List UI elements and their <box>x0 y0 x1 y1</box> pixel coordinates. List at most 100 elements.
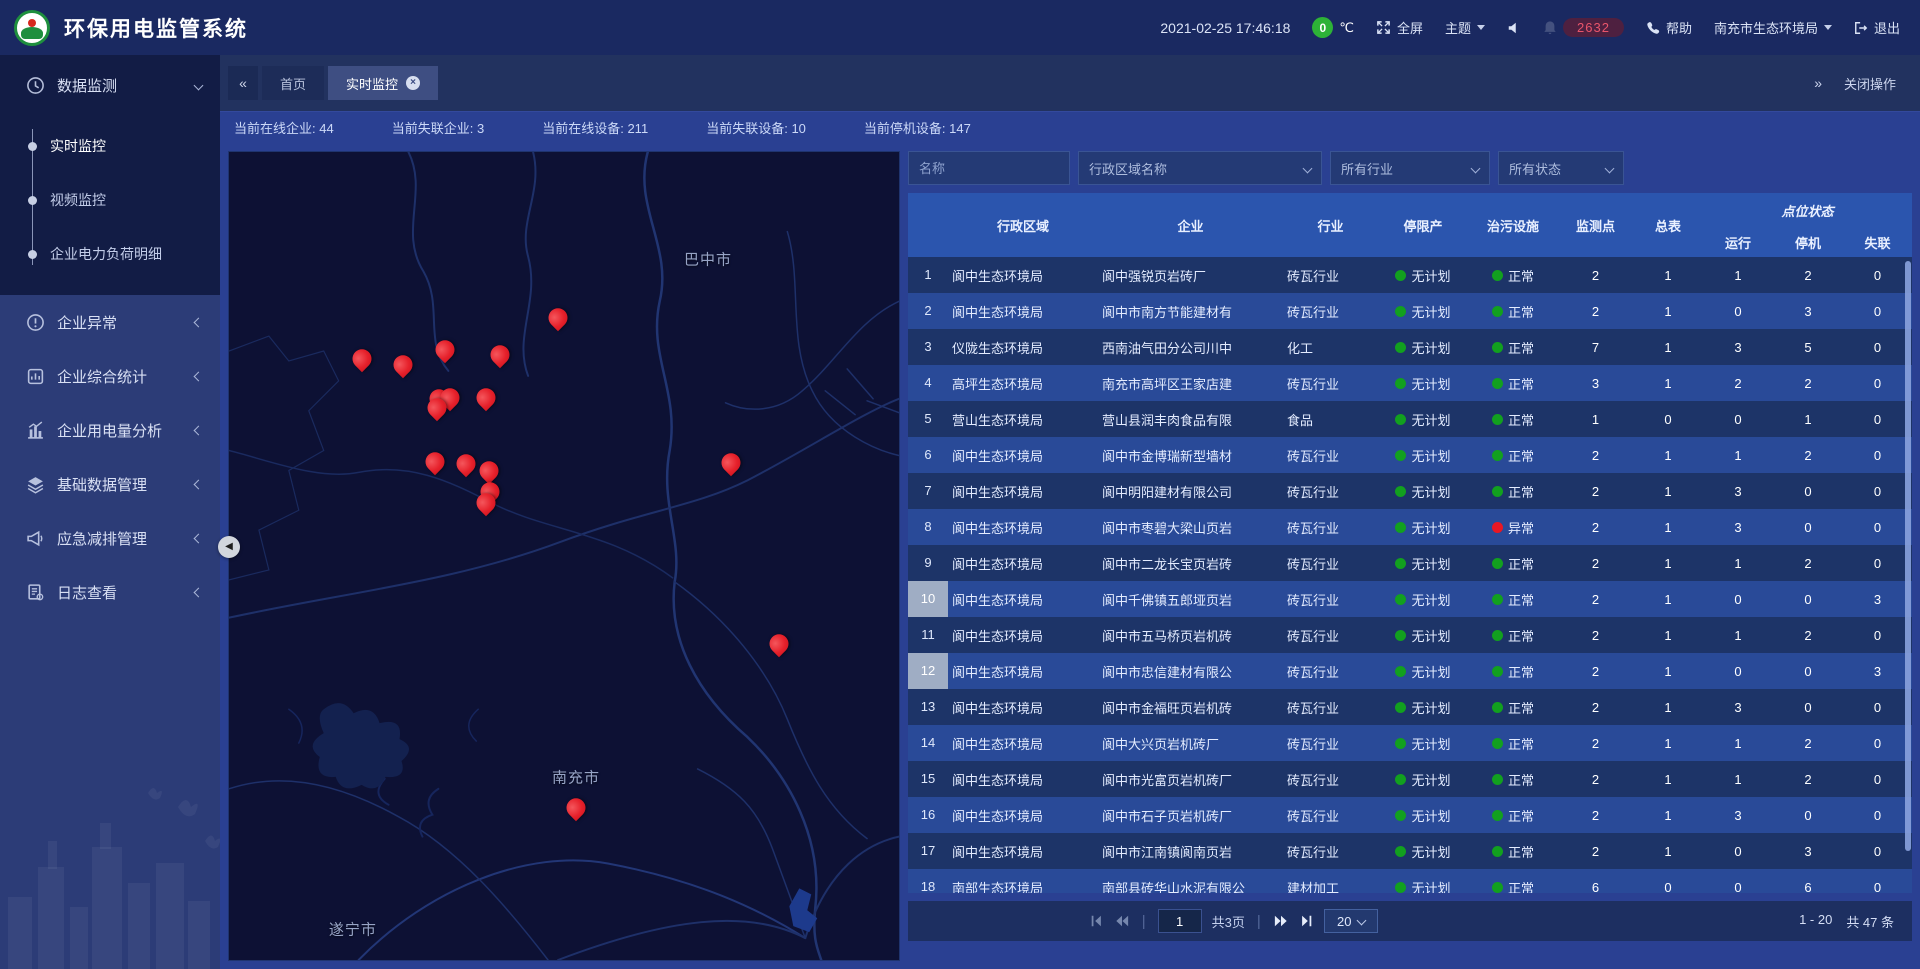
tab-realtime-monitoring[interactable]: 实时监控 × <box>328 66 438 100</box>
companies-table: 行政区域 企业 行业 停限产 治污设施 监测点 总表 点位状态 运行 停机 失联… <box>908 193 1912 893</box>
page-size-select[interactable]: 20 <box>1324 909 1378 933</box>
table-panel: 行政区域名称 所有行业 所有状态 行政区域 <box>908 151 1912 961</box>
tabs-scroll-left-button[interactable]: « <box>228 66 258 100</box>
last-page-button[interactable] <box>1299 914 1314 928</box>
cell-industry: 砖瓦行业 <box>1283 698 1378 717</box>
status-select[interactable]: 所有状态 <box>1498 151 1624 185</box>
cell-meter: 1 <box>1633 772 1703 787</box>
cell-company: 阆中市金福旺页岩机砖 <box>1098 698 1283 717</box>
status-dot-icon <box>1492 702 1503 713</box>
cell-running: 0 <box>1703 880 1773 894</box>
map-panel[interactable]: 巴中市南充市遂宁市 ◀ <box>228 151 900 961</box>
industry-select-value: 所有行业 <box>1341 159 1393 178</box>
sidebar-group-label: 企业综合统计 <box>57 366 147 387</box>
table-row[interactable]: 8阆中生态环境局阆中市枣碧大梁山页岩砖瓦行业无计划异常21300 <box>908 509 1912 545</box>
sidebar-group-log-view[interactable]: 日志查看 <box>0 565 220 619</box>
app-logo <box>14 10 50 46</box>
stat-online-devices: 当前在线设备: 211 <box>542 118 648 137</box>
cell-running: 3 <box>1703 700 1773 715</box>
col-monitor-points: 监测点 <box>1558 216 1633 235</box>
sidebar-group-base-data[interactable]: 基础数据管理 <box>0 457 220 511</box>
help-button[interactable]: 帮助 <box>1646 18 1692 37</box>
logout-icon <box>1854 21 1868 35</box>
sidebar-group-emergency-reduction[interactable]: 应急减排管理 <box>0 511 220 565</box>
org-label: 南充市生态环境局 <box>1714 18 1818 37</box>
name-search-input[interactable] <box>908 151 1070 185</box>
table-row[interactable]: 16阆中生态环境局阆中市石子页岩机砖厂砖瓦行业无计划正常21300 <box>908 797 1912 833</box>
table-row[interactable]: 2阆中生态环境局阆中市南方节能建材有砖瓦行业无计划正常21030 <box>908 293 1912 329</box>
stat-offline-devices: 当前失联设备: 10 <box>706 118 806 137</box>
cell-region: 阆中生态环境局 <box>948 482 1098 501</box>
cell-stopped: 2 <box>1773 448 1843 463</box>
cell-company: 阆中千佛镇五郎垭页岩 <box>1098 590 1283 609</box>
close-icon[interactable]: × <box>406 76 420 90</box>
table-row[interactable]: 14阆中生态环境局阆中大兴页岩机砖厂砖瓦行业无计划正常21120 <box>908 725 1912 761</box>
sidebar-item-realtime-monitoring[interactable]: 实时监控 <box>0 119 220 173</box>
cell-stop-status: 无计划 <box>1378 302 1468 321</box>
stats-bar: 当前在线企业: 44 当前失联企业: 3 当前在线设备: 211 当前失联设备:… <box>220 111 1920 143</box>
cell-facility-status: 正常 <box>1468 446 1558 465</box>
table-row[interactable]: 17阆中生态环境局阆中市江南镇阆南页岩砖瓦行业无计划正常21030 <box>908 833 1912 869</box>
table-row[interactable]: 5营山生态环境局营山县润丰肉食品有限食品无计划正常10010 <box>908 401 1912 437</box>
cell-running: 1 <box>1703 736 1773 751</box>
next-page-button[interactable] <box>1273 914 1289 928</box>
help-label: 帮助 <box>1666 18 1692 37</box>
sidebar-item-power-load-detail[interactable]: 企业电力负荷明细 <box>0 227 220 281</box>
map-collapse-handle[interactable]: ◀ <box>218 536 240 558</box>
notifications[interactable]: 2632 <box>1543 18 1624 37</box>
cell-company: 南部县砖华山水泥有限公 <box>1098 878 1283 894</box>
table-row[interactable]: 3仪陇生态环境局西南油气田分公司川中化工无计划正常71350 <box>908 329 1912 365</box>
table-row[interactable]: 13阆中生态环境局阆中市金福旺页岩机砖砖瓦行业无计划正常21300 <box>908 689 1912 725</box>
page-number-input[interactable] <box>1158 909 1202 933</box>
cell-monitor-points: 2 <box>1558 844 1633 859</box>
first-page-button[interactable] <box>1089 914 1104 928</box>
cell-company: 南充市高坪区王家店建 <box>1098 374 1283 393</box>
sidebar-group-data-monitoring[interactable]: 数据监测 <box>0 55 220 115</box>
status-dot-icon <box>1492 306 1503 317</box>
cell-stop-status: 无计划 <box>1378 878 1468 894</box>
table-row[interactable]: 9阆中生态环境局阆中市二龙长宝页岩砖砖瓦行业无计划正常21120 <box>908 545 1912 581</box>
col-stop-production: 停限产 <box>1378 216 1468 235</box>
theme-dropdown[interactable]: 主题 <box>1445 18 1485 37</box>
fullscreen-button[interactable]: 全屏 <box>1376 18 1423 37</box>
org-dropdown[interactable]: 南充市生态环境局 <box>1714 18 1832 37</box>
table-row[interactable]: 18南部生态环境局南部县砖华山水泥有限公建材加工无计划正常60060 <box>908 869 1912 893</box>
logout-button[interactable]: 退出 <box>1854 18 1900 37</box>
next-page-icon <box>1273 914 1289 928</box>
table-row[interactable]: 10阆中生态环境局阆中千佛镇五郎垭页岩砖瓦行业无计划正常21003 <box>908 581 1912 617</box>
layers-icon <box>26 475 45 494</box>
chevron-down-icon <box>1605 163 1615 173</box>
cell-meter: 1 <box>1633 448 1703 463</box>
cell-monitor-points: 2 <box>1558 520 1633 535</box>
table-scrollbar[interactable] <box>1905 261 1911 851</box>
table-row[interactable]: 4高坪生态环境局南充市高坪区王家店建砖瓦行业无计划正常31220 <box>908 365 1912 401</box>
cell-industry: 建材加工 <box>1283 878 1378 894</box>
col-meter: 总表 <box>1633 216 1703 235</box>
sound-toggle-button[interactable] <box>1507 21 1521 35</box>
table-row[interactable]: 11阆中生态环境局阆中市五马桥页岩机砖砖瓦行业无计划正常21120 <box>908 617 1912 653</box>
table-row[interactable]: 15阆中生态环境局阆中市光富页岩机砖厂砖瓦行业无计划正常21120 <box>908 761 1912 797</box>
region-select[interactable]: 行政区域名称 <box>1078 151 1322 185</box>
sidebar-group-company-statistics[interactable]: 企业综合统计 <box>0 349 220 403</box>
sidebar-group-company-abnormal[interactable]: 企业异常 <box>0 295 220 349</box>
tabs-scroll-right-button[interactable]: » <box>1814 75 1818 91</box>
row-number: 11 <box>908 617 948 653</box>
industry-select[interactable]: 所有行业 <box>1330 151 1490 185</box>
tab-home[interactable]: 首页 <box>262 66 324 100</box>
cell-meter: 1 <box>1633 376 1703 391</box>
cell-company: 阆中市二龙长宝页岩砖 <box>1098 554 1283 573</box>
cell-monitor-points: 2 <box>1558 268 1633 283</box>
status-dot-icon <box>1395 738 1406 749</box>
cell-company: 阆中市枣碧大梁山页岩 <box>1098 518 1283 537</box>
table-row[interactable]: 7阆中生态环境局阆中明阳建材有限公司砖瓦行业无计划正常21300 <box>908 473 1912 509</box>
table-row[interactable]: 6阆中生态环境局阆中市金博瑞新型墙材砖瓦行业无计划正常21120 <box>908 437 1912 473</box>
close-operations-button[interactable]: 关闭操作 <box>1844 74 1896 93</box>
prev-page-button[interactable] <box>1114 914 1130 928</box>
table-row[interactable]: 1阆中生态环境局阆中强锐页岩砖厂砖瓦行业无计划正常21120 <box>908 257 1912 293</box>
sidebar-item-video-monitoring[interactable]: 视频监控 <box>0 173 220 227</box>
status-dot-icon <box>1492 882 1503 893</box>
cell-stop-status: 无计划 <box>1378 374 1468 393</box>
table-row[interactable]: 12阆中生态环境局阆中市忠信建材有限公砖瓦行业无计划正常21003 <box>908 653 1912 689</box>
cell-lost: 0 <box>1843 268 1912 283</box>
sidebar-group-power-analysis[interactable]: 企业用电量分析 <box>0 403 220 457</box>
